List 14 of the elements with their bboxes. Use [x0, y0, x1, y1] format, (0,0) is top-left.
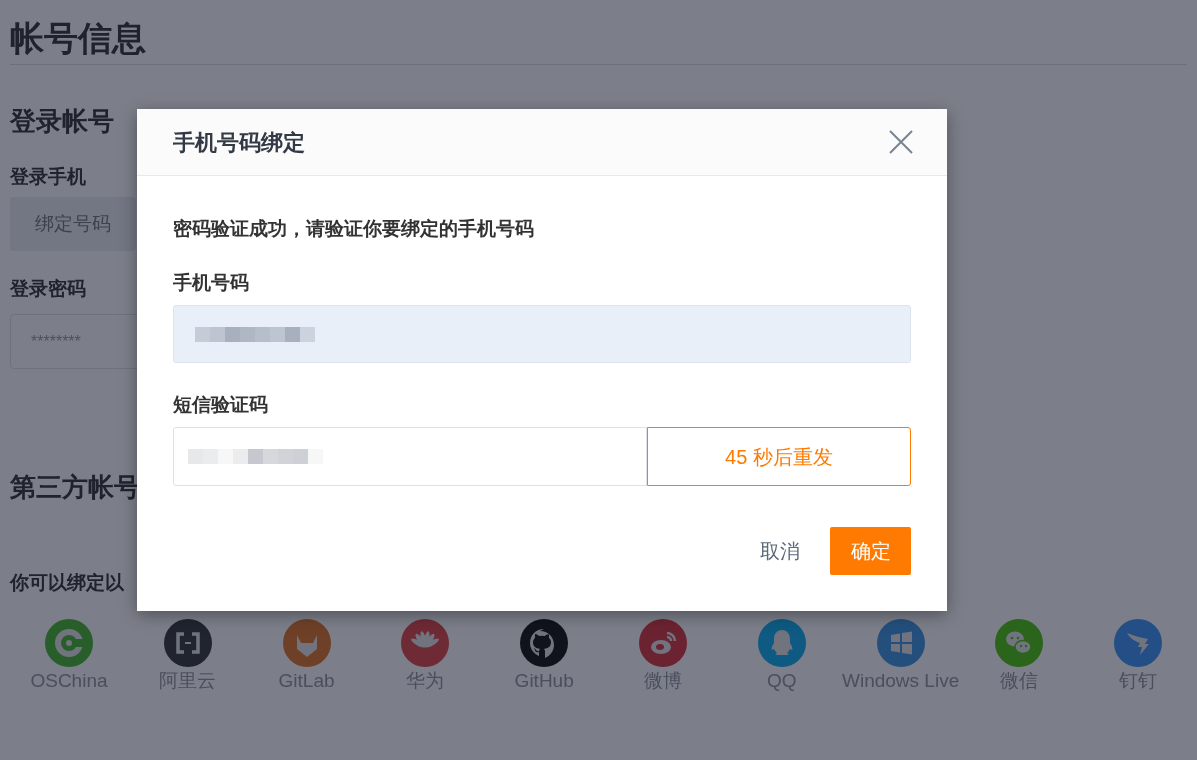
bind-phone-button[interactable]: 绑定号码	[10, 197, 136, 251]
resend-button[interactable]: 45 秒后重发	[647, 427, 911, 486]
page-title: 帐号信息	[10, 18, 147, 59]
field-label: 短信验证码	[173, 393, 269, 417]
field-label: 登录密码	[10, 277, 86, 301]
cancel-button[interactable]: 取消	[748, 527, 812, 575]
field-label: 手机号码	[173, 271, 250, 295]
dialog-message: 密码验证成功，请验证你要绑定的手机号码	[173, 217, 535, 241]
section-title: 登录帐号	[10, 105, 114, 138]
dialog-title: 手机号码绑定	[173, 128, 305, 157]
confirm-button[interactable]: 确定	[830, 527, 911, 575]
section-title: 第三方帐号	[10, 471, 140, 504]
field-label: 登录手机	[10, 165, 86, 189]
hint-text: 你可以绑定以	[10, 571, 124, 595]
